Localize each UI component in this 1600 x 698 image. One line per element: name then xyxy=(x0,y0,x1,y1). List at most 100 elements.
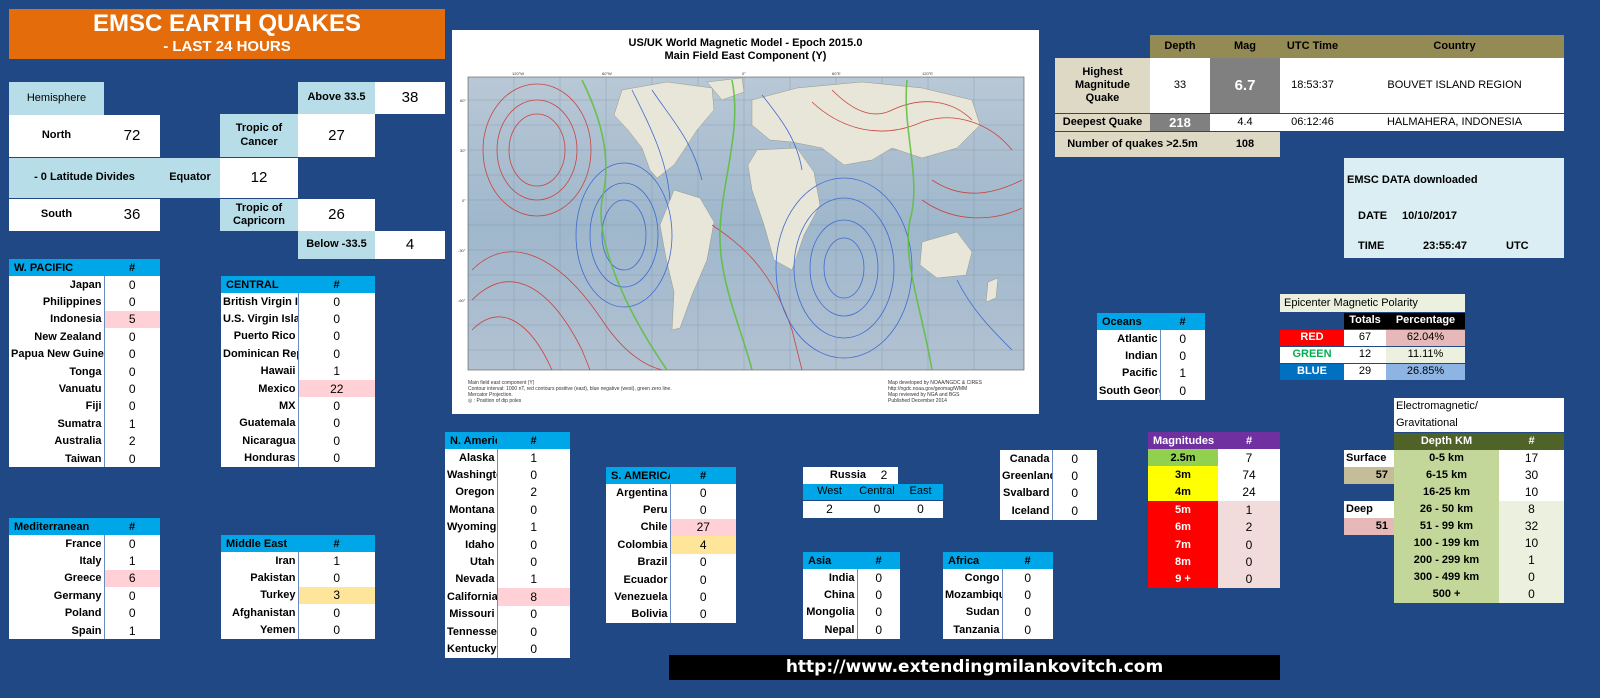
polarity-green-label: GREEN xyxy=(1280,347,1344,363)
row-value: 0 xyxy=(128,295,136,310)
download-label: EMSC DATA downloaded xyxy=(1347,174,1478,186)
depth-count-header: # xyxy=(1499,433,1564,450)
row-value: 0 xyxy=(530,624,538,639)
row-label: Argentina xyxy=(606,484,671,502)
hemisphere-header: Hemisphere xyxy=(9,82,104,115)
table-row: Washington 0 xyxy=(445,466,570,484)
asia-title: Asia xyxy=(803,552,857,569)
table-row: 4m 24 xyxy=(1148,483,1280,502)
polarity-totals-header: Totals xyxy=(1344,313,1386,329)
table-row: Indonesia 5 xyxy=(9,310,160,329)
row-value: 4 xyxy=(670,536,736,554)
row-label: Japan xyxy=(9,276,105,294)
table-row: Vanuatu 0 xyxy=(9,380,160,398)
depth-range-label: 0-5 km xyxy=(1394,450,1499,467)
row-label: Philippines xyxy=(9,293,105,311)
row-label: Svalbard xyxy=(1000,484,1053,503)
row-value: 2 xyxy=(530,485,538,500)
table-row: 5m 1 xyxy=(1148,501,1280,519)
oceans-title: Oceans xyxy=(1097,313,1160,330)
table-row: Iran 1 xyxy=(221,552,375,570)
count-column-header: # xyxy=(1002,552,1053,569)
count-column-header: # xyxy=(1218,432,1280,449)
table-row: Japan 0 xyxy=(9,276,160,294)
table-row: Iceland 0 xyxy=(1000,502,1097,520)
table-row: Wyoming 1 xyxy=(445,518,570,536)
row-label: Fiji xyxy=(9,397,105,416)
row-value: 0 xyxy=(1071,486,1079,501)
row-value: 0 xyxy=(333,399,341,414)
polarity-green-total: 12 xyxy=(1344,347,1386,363)
table-row: Kentucky 0 xyxy=(445,640,570,658)
row-value: 0 xyxy=(128,329,136,344)
row-label: 3m xyxy=(1148,466,1218,484)
row-label: Nicaragua xyxy=(221,432,299,450)
row-value: 0 xyxy=(875,588,883,603)
polarity-percentage-header: Percentage xyxy=(1386,313,1465,329)
depth-range-value: 17 xyxy=(1499,450,1564,467)
table-row: Turkey 3 xyxy=(221,586,375,605)
russia-east-header: East xyxy=(898,484,943,500)
row-value: 0 xyxy=(333,312,341,327)
row-value: 0 xyxy=(128,399,136,414)
tropic-cancer-value: 27 xyxy=(298,114,375,157)
table-row: Idaho 0 xyxy=(445,535,570,554)
highest-quake-label: Highest Magnitude Quake xyxy=(1055,58,1150,113)
row-label: Pacific xyxy=(1097,364,1161,383)
highest-time: 18:53:37 xyxy=(1280,58,1345,113)
row-value: 0 xyxy=(128,364,136,379)
north-label: North xyxy=(9,115,104,157)
highest-mag: 6.7 xyxy=(1210,58,1280,113)
table-row: Italy 1 xyxy=(9,552,160,570)
row-label: Indonesia xyxy=(9,310,105,329)
table-row: British Virgin Islands 0 xyxy=(221,293,375,311)
row-value: 0 xyxy=(699,555,707,570)
table-row: Greece 6 xyxy=(9,569,160,588)
map-notes-left: Main field east component (Y) Contour in… xyxy=(468,380,672,404)
row-value: 0 xyxy=(1218,535,1280,554)
polarity-green-percentage: 11.11% xyxy=(1386,347,1465,363)
table-row: Fiji 0 xyxy=(9,397,160,416)
depth-range-value: 30 xyxy=(1499,467,1564,484)
svg-text:-60°: -60° xyxy=(458,298,466,303)
table-row: Colombia 4 xyxy=(606,536,736,554)
north-atlantic-table: Canada 0 Greenland 0 Svalbard 0 Iceland 0 xyxy=(1000,450,1097,520)
table-row: Utah 0 xyxy=(445,553,570,571)
row-label: Nepal xyxy=(803,621,858,639)
row-label: Wyoming xyxy=(445,518,498,536)
row-value: 1 xyxy=(530,450,538,465)
deepest-depth: 218 xyxy=(1150,114,1210,131)
deep-label: Deep xyxy=(1344,501,1394,518)
row-value: 0 xyxy=(699,572,707,587)
download-date-value: 10/10/2017 xyxy=(1402,210,1458,222)
row-value: 1 xyxy=(333,553,341,568)
asia-table: Asia # India 0 China 0 Mongolia 0 Nepal 0 xyxy=(803,552,900,639)
south-value: 36 xyxy=(104,199,160,231)
row-label: California xyxy=(445,588,498,606)
row-value: 7 xyxy=(1245,450,1253,465)
table-row: Indian 0 xyxy=(1097,347,1205,365)
row-value: 2 xyxy=(1218,518,1280,536)
row-value: 0 xyxy=(333,433,341,448)
summary-header-depth: Depth xyxy=(1150,35,1210,58)
row-value: 0 xyxy=(333,346,341,361)
row-value: 0 xyxy=(128,451,136,466)
south-label: South xyxy=(9,199,104,231)
row-value: 0 xyxy=(333,605,341,620)
table-row: California 8 xyxy=(445,588,570,606)
polarity-red-total: 67 xyxy=(1344,330,1386,346)
russia-west-value: 2 xyxy=(803,501,856,518)
deepest-mag: 4.4 xyxy=(1210,114,1280,131)
website-url[interactable]: http://www.extendingmilankovitch.com xyxy=(669,655,1280,680)
table-row: Svalbard 0 xyxy=(1000,484,1097,503)
row-label: Greece xyxy=(9,569,105,588)
russia-label: Russia xyxy=(803,467,870,484)
depth-range-value: 32 xyxy=(1499,518,1564,535)
table-row: Mozambique 0 xyxy=(943,586,1053,604)
row-value: 0 xyxy=(333,416,341,431)
surface-total: 57 xyxy=(1344,467,1394,484)
table-row: Dominican Republic 0 xyxy=(221,345,375,363)
summary-header-country: Country xyxy=(1345,35,1564,58)
row-value: 0 xyxy=(1218,553,1280,571)
russia-east-value: 0 xyxy=(898,501,943,518)
